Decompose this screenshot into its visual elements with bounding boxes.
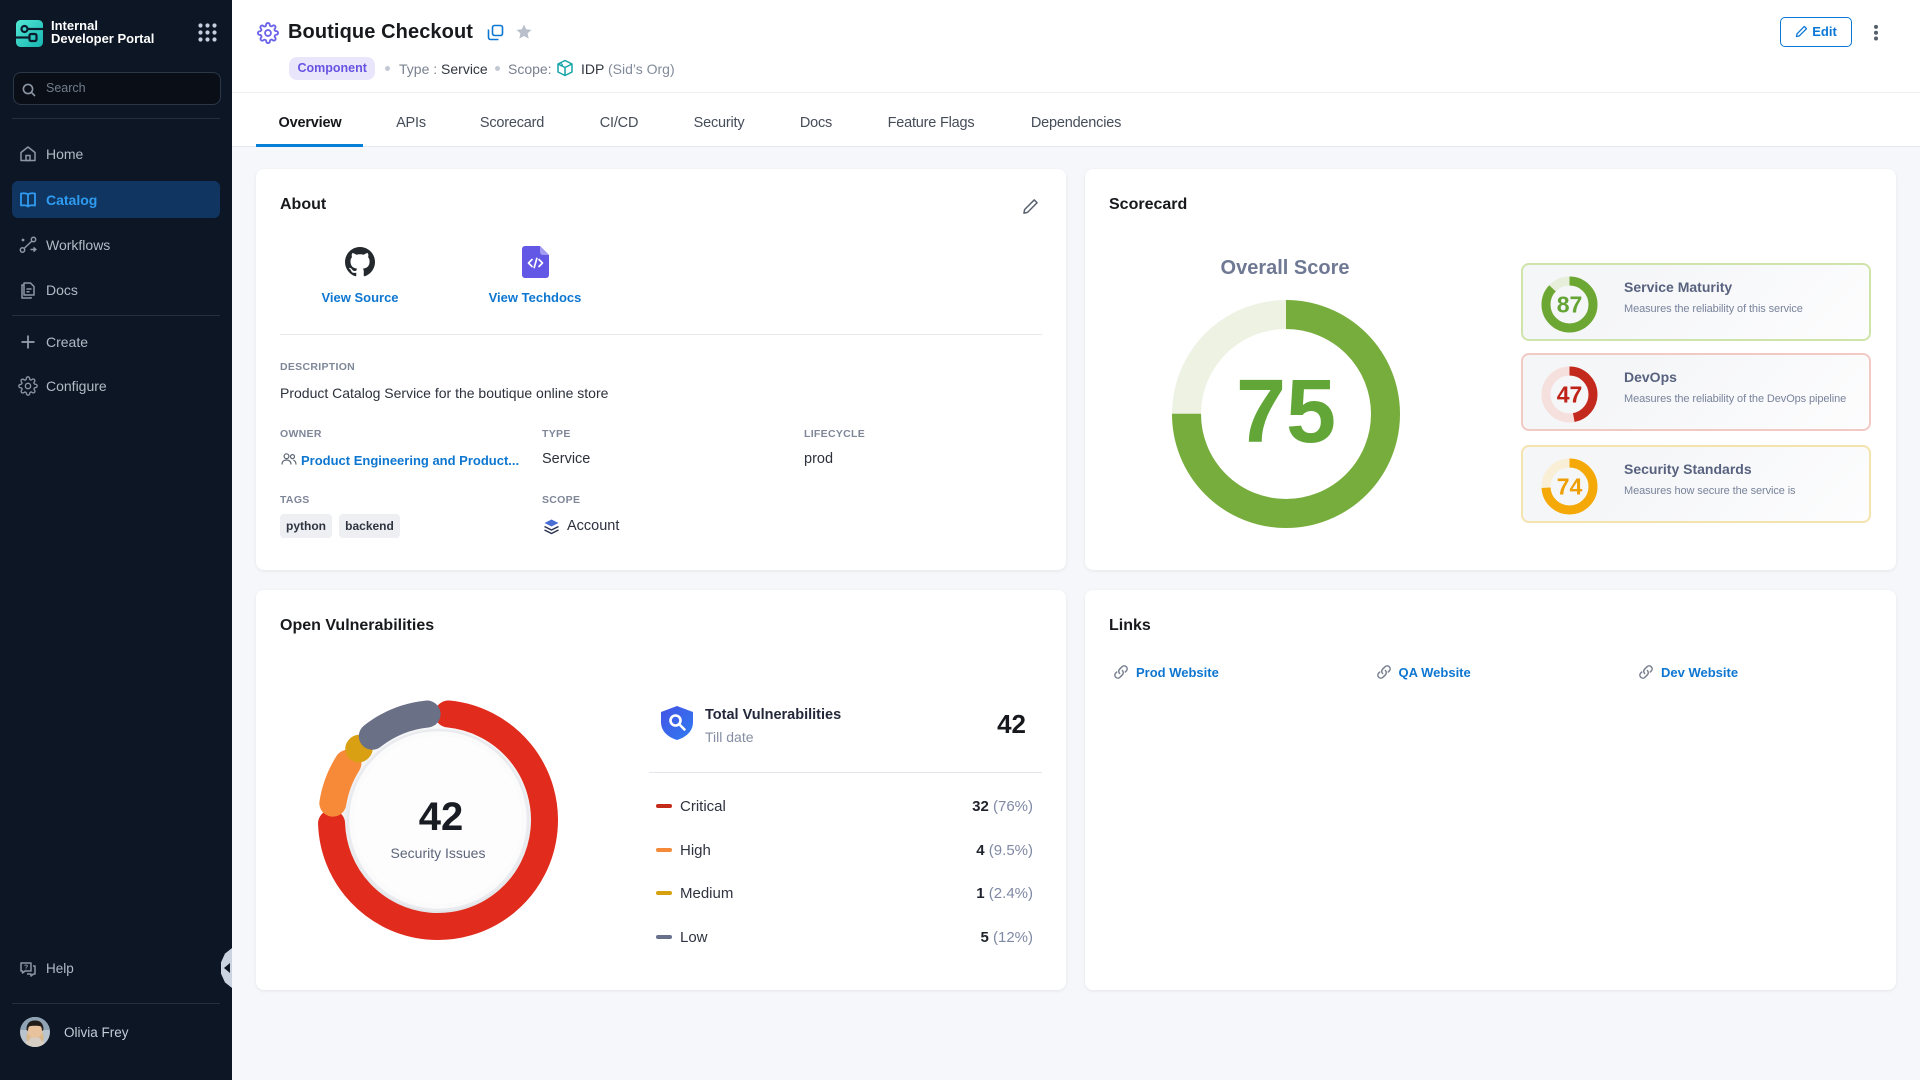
svg-text:?: ? xyxy=(24,965,28,972)
svg-text:74: 74 xyxy=(1557,474,1583,500)
svg-text:87: 87 xyxy=(1557,292,1583,318)
svg-text:47: 47 xyxy=(1557,382,1583,408)
